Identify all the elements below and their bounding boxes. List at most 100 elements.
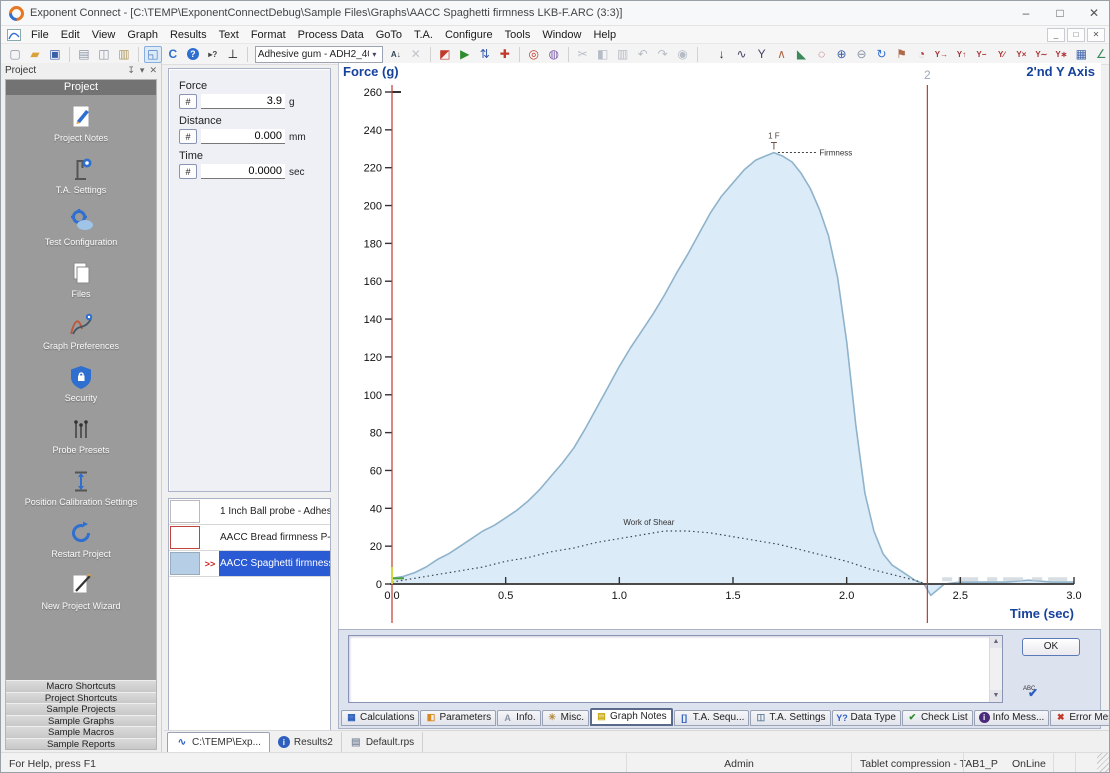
page-setup-icon[interactable]: ▥ — [115, 46, 133, 63]
tab-misc-[interactable]: ✳Misc. — [542, 710, 589, 726]
tab-check-list[interactable]: ✔Check List — [902, 710, 973, 726]
window-view-icon[interactable]: ◱ — [144, 46, 162, 63]
menu-item-goto[interactable]: GoTo — [370, 28, 408, 42]
peak-analysis-icon[interactable]: ∧ — [773, 46, 791, 63]
resize-grip[interactable] — [1097, 753, 1110, 773]
archive-file-label[interactable]: AACC Bread firmness P-36R — [219, 525, 330, 550]
macro-search-icon[interactable]: ◌ — [813, 46, 831, 63]
print-icon[interactable]: ▤ — [75, 46, 93, 63]
archive-file-label[interactable]: 1 Inch Ball probe - Adhesive — [219, 499, 330, 524]
graph-notes-textarea[interactable]: ▲ ▼ — [348, 635, 1003, 703]
scroll-up-icon[interactable]: ▲ — [990, 636, 1002, 648]
new-document-icon[interactable]: ▢ — [6, 46, 24, 63]
sequence-add-icon[interactable]: ⇅ — [476, 46, 494, 63]
shortcut-band-project-shortcuts[interactable]: Project Shortcuts — [6, 692, 156, 704]
smooth-curve-icon[interactable]: ∿ — [733, 46, 751, 63]
drop-anchor-icon[interactable]: ↓ — [713, 46, 731, 63]
probe-settings-icon[interactable]: ◍ — [545, 46, 563, 63]
axis-scale-icon[interactable]: ∠ — [1092, 46, 1110, 63]
close-button[interactable]: ✕ — [1077, 1, 1110, 25]
sidebar-item-files[interactable]: Files — [6, 258, 156, 299]
ok-button[interactable]: OK — [1022, 638, 1080, 656]
sidebar-item-probe-presets[interactable]: Probe Presets — [6, 414, 156, 455]
shortcut-band-sample-macros[interactable]: Sample Macros — [6, 726, 156, 738]
minimize-button[interactable]: – — [1009, 1, 1043, 25]
y-star-icon[interactable]: Y∗ — [1052, 46, 1070, 63]
pane-close-icon[interactable]: ✕ — [149, 65, 157, 76]
macro-record-icon[interactable]: ◔ — [912, 46, 930, 63]
row-selector-cell[interactable] — [170, 552, 200, 575]
shortcut-band-sample-reports[interactable]: Sample Reports — [6, 738, 156, 750]
zoom-in-icon[interactable]: ⊕ — [833, 46, 851, 63]
sidebar-item-security[interactable]: Security — [6, 362, 156, 403]
copy-icon[interactable]: ◧ — [594, 46, 612, 63]
refresh-graph-icon[interactable]: ↻ — [872, 46, 890, 63]
menu-item-results[interactable]: Results — [164, 28, 213, 42]
menu-item-window[interactable]: Window — [536, 28, 587, 42]
mdi-close-button[interactable]: ✕ — [1087, 28, 1105, 42]
doc-tab-results-[interactable]: iResults2 — [270, 732, 342, 752]
sidebar-item-graph-preferences[interactable]: Graph Preferences — [6, 310, 156, 351]
tab-parameters[interactable]: ◧Parameters — [420, 710, 496, 726]
doc-tab-c-temp-exp-[interactable]: ∿C:\TEMP\Exp... — [167, 732, 270, 752]
tab-t-a-sequ-[interactable]: []T.A. Sequ... — [674, 710, 750, 726]
collapse-icon[interactable]: ▾ — [140, 65, 145, 76]
mdi-minimize-button[interactable]: _ — [1047, 28, 1065, 42]
save-file-icon[interactable]: ▣ — [46, 46, 64, 63]
archive-list-item[interactable]: 1 Inch Ball probe - Adhesive — [169, 499, 330, 525]
doc-tab-default-rps[interactable]: ▤Default.rps — [342, 732, 423, 752]
tab-t-a-settings[interactable]: ◫T.A. Settings — [750, 710, 830, 726]
archive-file-label[interactable]: AACC Spaghetti firmness LKB — [219, 551, 330, 576]
force-units-button[interactable]: # — [179, 94, 197, 109]
undo-icon[interactable]: ↶ — [634, 46, 652, 63]
menu-item-configure[interactable]: Configure — [439, 28, 499, 42]
menu-item-tools[interactable]: Tools — [499, 28, 537, 42]
grid-toggle-icon[interactable]: ▦ — [1072, 46, 1090, 63]
sidebar-item-test-configuration[interactable]: Test Configuration — [6, 206, 156, 247]
archive-list-item[interactable]: >>AACC Spaghetti firmness LKB — [169, 551, 330, 577]
distance-units-button[interactable]: # — [179, 129, 197, 144]
menu-item-t-a-[interactable]: T.A. — [408, 28, 439, 42]
refresh-icon[interactable]: C — [164, 46, 182, 63]
y-shift-icon[interactable]: Y→ — [932, 46, 950, 63]
menu-item-text[interactable]: Text — [213, 28, 245, 42]
y-up-icon[interactable]: Y↑ — [952, 46, 970, 63]
menu-item-format[interactable]: Format — [245, 28, 292, 42]
pin-icon[interactable]: ↧ — [127, 65, 135, 76]
tab-calculations[interactable]: ▦Calculations — [341, 710, 419, 726]
y-slash-icon[interactable]: Y∕ — [992, 46, 1010, 63]
tab-data-type[interactable]: Y?Data Type — [832, 710, 901, 726]
sidebar-item-project-notes[interactable]: Project Notes — [6, 102, 156, 143]
target-calibrate-icon[interactable]: ◎ — [525, 46, 543, 63]
menu-item-process-data[interactable]: Process Data — [292, 28, 370, 42]
shortcut-band-sample-graphs[interactable]: Sample Graphs — [6, 715, 156, 727]
zoom-out-icon[interactable]: ⊖ — [853, 46, 871, 63]
row-selector-cell[interactable] — [170, 500, 200, 523]
time-value-field[interactable] — [201, 164, 285, 179]
open-file-icon[interactable]: ▰ — [26, 46, 44, 63]
y-minus-icon[interactable]: Y− — [972, 46, 990, 63]
notes-scrollbar[interactable]: ▲ ▼ — [989, 636, 1002, 702]
redo-icon[interactable]: ↷ — [654, 46, 672, 63]
y-cross-icon[interactable]: Y× — [1012, 46, 1030, 63]
distance-value-field[interactable] — [201, 129, 285, 144]
clear-x-icon[interactable]: ✕ — [407, 46, 425, 63]
sort-az-icon[interactable]: A↓ — [387, 46, 405, 63]
sidebar-item-t-a-settings[interactable]: T.A. Settings — [6, 154, 156, 195]
context-help-icon[interactable]: ▸? — [204, 46, 222, 63]
archive-list-item[interactable]: AACC Bread firmness P-36R — [169, 525, 330, 551]
help-icon[interactable]: ? — [184, 46, 202, 63]
sequence-stop-icon[interactable]: ✚ — [496, 46, 514, 63]
sidebar-item-position-calibration-settings[interactable]: Position Calibration Settings — [6, 466, 156, 507]
sidebar-item-new-project-wizard[interactable]: New Project Wizard — [6, 570, 156, 611]
branch-y-icon[interactable]: Y — [753, 46, 771, 63]
menu-item-edit[interactable]: Edit — [55, 28, 86, 42]
flag-marker-icon[interactable]: ⚑ — [892, 46, 910, 63]
y-tilde-icon[interactable]: Y∼ — [1032, 46, 1050, 63]
mdi-restore-button[interactable]: □ — [1067, 28, 1085, 42]
sidebar-item-restart-project[interactable]: Restart Project — [6, 518, 156, 559]
paste-icon[interactable]: ▥ — [614, 46, 632, 63]
spellcheck-icon[interactable]: ABC✔ — [1023, 686, 1043, 704]
probe-combo[interactable]: Adhesive gum - ADH2_400▾ — [255, 46, 383, 63]
menu-item-graph[interactable]: Graph — [121, 28, 164, 42]
